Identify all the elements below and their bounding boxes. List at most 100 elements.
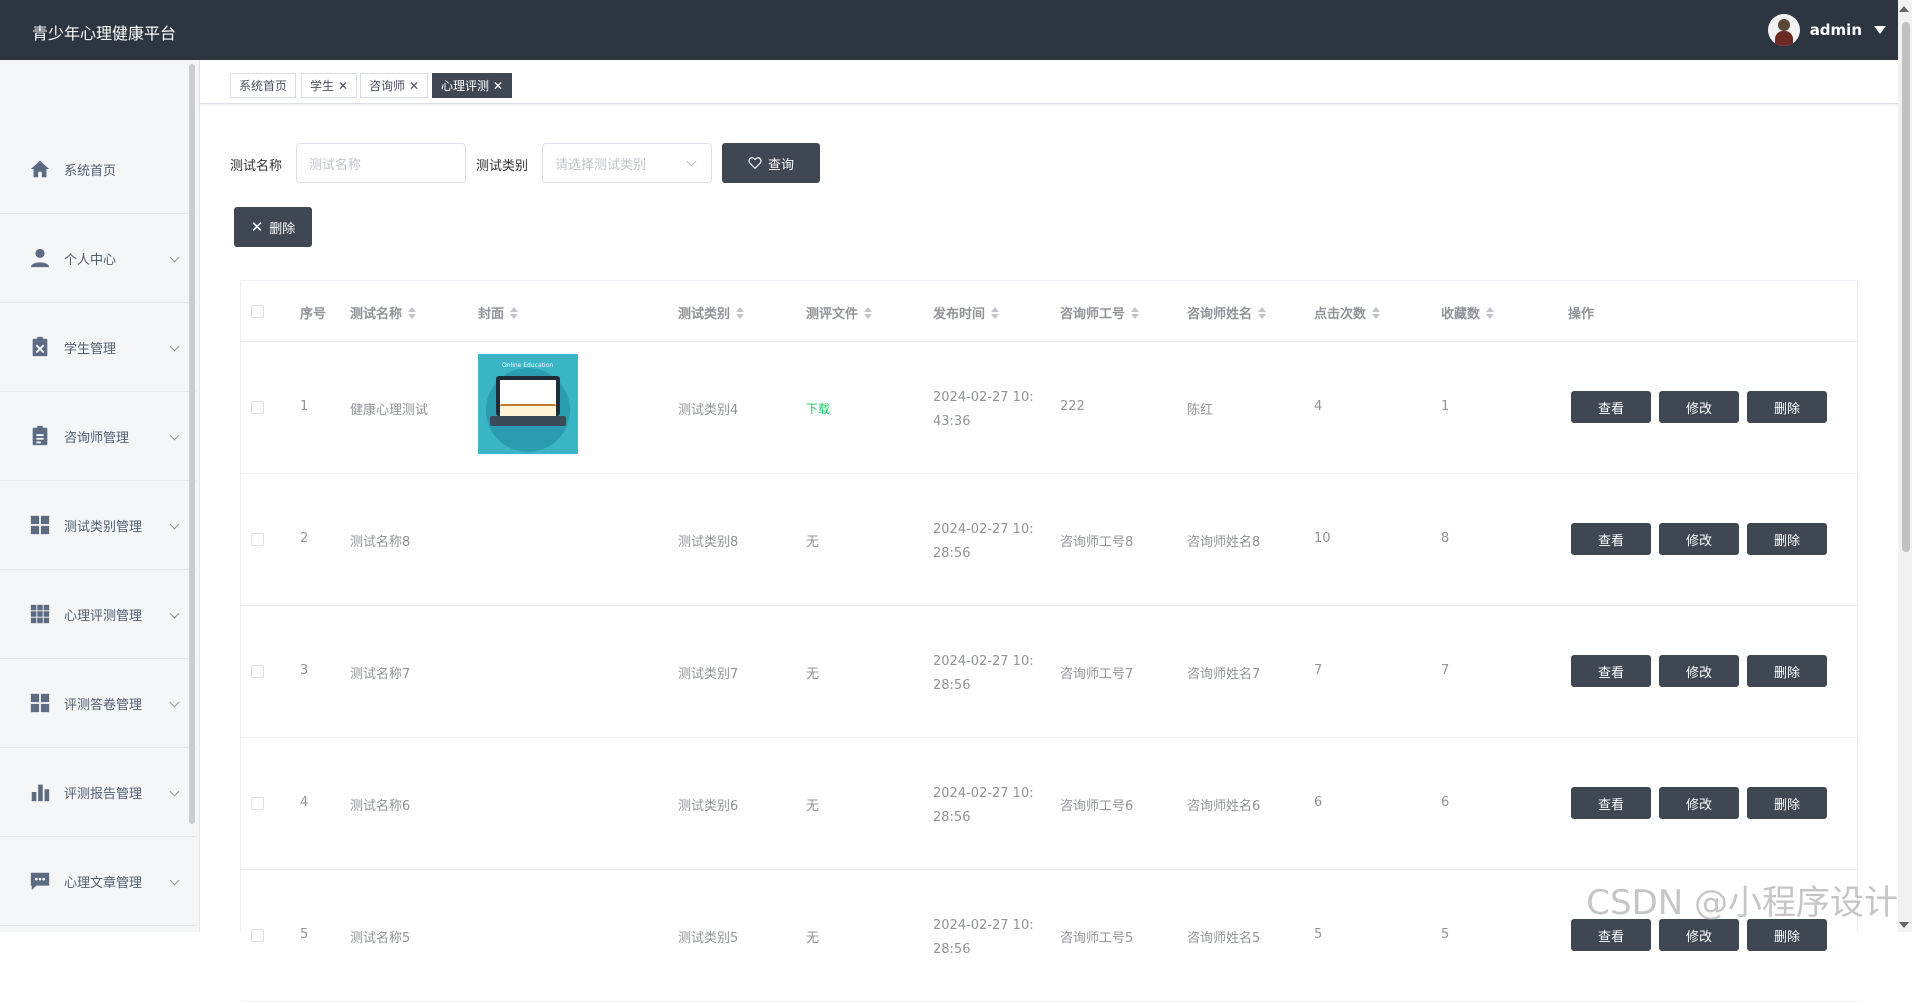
sidebar-item-test-types[interactable]: 测试类别管理 xyxy=(0,481,196,570)
header-counselor-id[interactable]: 咨询师工号 xyxy=(1060,303,1139,322)
edit-button[interactable]: 修改 xyxy=(1659,655,1739,687)
sidebar-item-assessments[interactable]: 心理评测管理 xyxy=(0,570,196,659)
header-time[interactable]: 发布时间 xyxy=(933,303,999,322)
view-button[interactable]: 查看 xyxy=(1571,391,1651,423)
header-name[interactable]: 测试名称 xyxy=(350,303,416,322)
chevron-down-icon xyxy=(170,698,180,708)
cover-text: Online Education xyxy=(502,362,553,369)
select-all-checkbox[interactable] xyxy=(251,305,264,318)
search-name-label: 测试名称 xyxy=(230,155,282,174)
table-row: 3 测试名称7 测试类别7 无 2024-02-27 10:28:56 咨询师工… xyxy=(241,606,1857,738)
cell-clicks: 7 xyxy=(1314,663,1322,678)
tab-students[interactable]: 学生 ✕ xyxy=(301,73,357,98)
grid-icon xyxy=(28,513,52,537)
header-file[interactable]: 测评文件 xyxy=(806,303,872,322)
view-button[interactable]: 查看 xyxy=(1571,523,1651,555)
sidebar-item-home[interactable]: 系统首页 xyxy=(0,125,196,214)
sidebar-item-students[interactable]: 学生管理 xyxy=(0,303,196,392)
tab-assessments[interactable]: 心理评测 ✕ xyxy=(432,73,512,98)
query-button-label: 查询 xyxy=(768,154,794,173)
cell-type: 测试类别7 xyxy=(678,663,738,682)
table-row: 2 测试名称8 测试类别8 无 2024-02-27 10:28:56 咨询师工… xyxy=(241,474,1857,606)
header-type[interactable]: 测试类别 xyxy=(678,303,744,322)
sidebar-item-reports[interactable]: 评测报告管理 xyxy=(0,748,196,837)
delete-button[interactable]: 删除 xyxy=(1747,787,1827,819)
close-icon[interactable]: ✕ xyxy=(493,79,503,93)
cell-counselor-name: 咨询师姓名7 xyxy=(1187,663,1260,682)
sidebar-scrollbar[interactable] xyxy=(189,64,195,824)
delete-button[interactable]: 删除 xyxy=(1747,523,1827,555)
edit-button[interactable]: 修改 xyxy=(1659,523,1739,555)
cell-clicks: 6 xyxy=(1314,795,1322,810)
caret-down-icon[interactable] xyxy=(1874,26,1886,34)
cell-favorites: 6 xyxy=(1441,795,1449,810)
close-icon: ✕ xyxy=(251,218,264,236)
cell-file: 无 xyxy=(806,663,819,682)
close-icon[interactable]: ✕ xyxy=(409,79,419,93)
sort-icon xyxy=(1258,307,1266,319)
avatar[interactable] xyxy=(1768,14,1800,46)
chevron-down-icon xyxy=(170,876,180,886)
sidebar-item-label: 测试类别管理 xyxy=(64,516,142,535)
tab-counselors[interactable]: 咨询师 ✕ xyxy=(360,73,428,98)
row-checkbox[interactable] xyxy=(251,929,264,942)
cell-file: 无 xyxy=(806,531,819,550)
sidebar-item-label: 咨询师管理 xyxy=(64,427,129,446)
clipboard-icon xyxy=(28,424,52,448)
sidebar-item-answer-sheets[interactable]: 评测答卷管理 xyxy=(0,659,196,748)
edit-button[interactable]: 修改 xyxy=(1659,787,1739,819)
delete-button[interactable]: 删除 xyxy=(1747,391,1827,423)
sidebar-item-profile[interactable]: 个人中心 xyxy=(0,214,196,303)
cell-index: 5 xyxy=(300,927,308,942)
cell-counselor-name: 咨询师姓名5 xyxy=(1187,927,1260,946)
sidebar-item-label: 评测报告管理 xyxy=(64,783,142,802)
scroll-up-icon[interactable] xyxy=(1899,6,1909,12)
sort-icon xyxy=(1372,307,1380,319)
query-button[interactable]: 查询 xyxy=(722,143,820,183)
sort-icon xyxy=(864,307,872,319)
scroll-down-icon[interactable] xyxy=(1899,922,1909,928)
row-checkbox[interactable] xyxy=(251,533,264,546)
cell-time: 2024-02-27 10:28:56 xyxy=(933,782,1043,830)
row-checkbox[interactable] xyxy=(251,797,264,810)
row-checkbox[interactable] xyxy=(251,401,264,414)
tab-home[interactable]: 系统首页 xyxy=(230,73,296,98)
header-clicks[interactable]: 点击次数 xyxy=(1314,303,1380,322)
user-menu[interactable]: admin xyxy=(1768,14,1886,46)
cover-image[interactable]: Online Education xyxy=(478,354,578,454)
search-name-input[interactable]: 测试名称 xyxy=(296,143,466,183)
batch-delete-button[interactable]: ✕ 删除 xyxy=(234,207,312,247)
batch-delete-label: 删除 xyxy=(269,218,295,237)
header-favorites[interactable]: 收藏数 xyxy=(1441,303,1494,322)
sidebar-item-label: 心理文章管理 xyxy=(64,872,142,891)
sidebar-item-counselors[interactable]: 咨询师管理 xyxy=(0,392,196,481)
download-link[interactable]: 下载 xyxy=(806,400,830,417)
user-name[interactable]: admin xyxy=(1810,21,1862,39)
cell-time: 2024-02-27 10:28:56 xyxy=(933,518,1043,566)
tab-label: 咨询师 xyxy=(369,77,405,94)
view-button[interactable]: 查看 xyxy=(1571,655,1651,687)
home-icon xyxy=(28,157,52,181)
grid-icon xyxy=(28,691,52,715)
chevron-down-icon xyxy=(170,787,180,797)
header-cover[interactable]: 封面 xyxy=(478,303,518,322)
delete-button[interactable]: 删除 xyxy=(1747,655,1827,687)
row-checkbox[interactable] xyxy=(251,665,264,678)
sidebar-item-label: 学生管理 xyxy=(64,338,116,357)
view-button[interactable]: 查看 xyxy=(1571,787,1651,819)
page-scrollbar[interactable] xyxy=(1898,0,1912,932)
header-counselor-name[interactable]: 咨询师姓名 xyxy=(1187,303,1266,322)
cell-counselor-id: 咨询师工号8 xyxy=(1060,531,1133,550)
edit-button[interactable]: 修改 xyxy=(1659,391,1739,423)
scrollbar-thumb[interactable] xyxy=(1902,22,1910,552)
cell-name: 测试名称6 xyxy=(350,795,410,814)
chevron-down-icon xyxy=(170,609,180,619)
cell-counselor-id: 咨询师工号6 xyxy=(1060,795,1133,814)
close-icon[interactable]: ✕ xyxy=(338,79,348,93)
cell-favorites: 1 xyxy=(1441,399,1449,414)
sidebar-item-articles[interactable]: 心理文章管理 xyxy=(0,837,196,926)
search-type-select[interactable]: 请选择测试类别 xyxy=(542,143,712,183)
cell-type: 测试类别6 xyxy=(678,795,738,814)
cell-counselor-id: 咨询师工号5 xyxy=(1060,927,1133,946)
sort-icon xyxy=(510,307,518,319)
